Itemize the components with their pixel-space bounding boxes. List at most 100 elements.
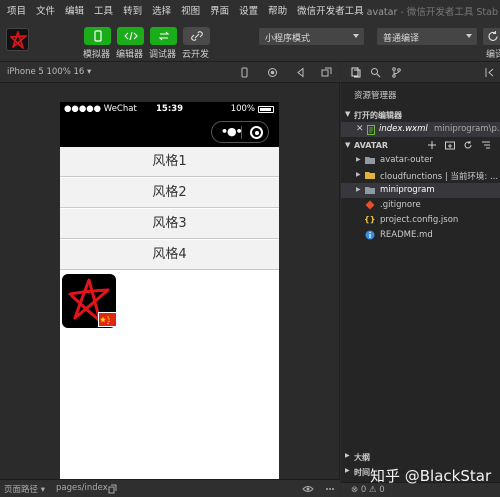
battery-icon	[258, 106, 274, 113]
chevron-down-icon: ▼	[345, 110, 351, 118]
menu-goto[interactable]: 转到	[116, 3, 145, 17]
red-star-icon	[10, 31, 27, 49]
tree-item-label: project.config.json	[380, 215, 459, 225]
tree-item-label: miniprogram	[380, 185, 435, 195]
compile-select-value: 普通编译	[383, 34, 420, 44]
china-flag-icon	[98, 312, 117, 327]
tree-item-label: cloudfunctions | 当前环境: ...	[380, 172, 499, 182]
project-header[interactable]: ▼ AVATAR	[341, 139, 500, 153]
collapse-panel-icon[interactable]	[484, 67, 495, 78]
copy-icon[interactable]	[108, 484, 117, 494]
files-icon[interactable]	[350, 67, 361, 78]
debugger-toggle-button[interactable]	[150, 27, 177, 45]
wxml-file-icon	[367, 125, 375, 135]
style-option-4[interactable]: 风格4	[60, 240, 279, 270]
toolbar: 模拟器 编辑器 调试器 云开发 小程序模式 普通编译 编译	[0, 19, 500, 62]
simulator-label: 模拟器	[83, 50, 111, 60]
carrier-label: ●●●●● WeChat	[64, 104, 137, 114]
phone-icon	[93, 30, 102, 42]
compile-mode-select[interactable]: 普通编译	[377, 28, 477, 45]
close-icon[interactable]: ✕	[356, 124, 364, 134]
open-editors-header[interactable]: ▼ 打开的编辑器	[341, 108, 500, 122]
menu-interface[interactable]: 界面	[203, 3, 232, 17]
source-control-icon[interactable]	[391, 67, 402, 78]
chevron-right-icon: ▶	[356, 186, 361, 193]
editor-toggle-button[interactable]	[117, 27, 144, 45]
chevron-right-icon: ▶	[345, 467, 350, 474]
git-icon	[365, 200, 375, 210]
clock-label: 15:39	[156, 104, 184, 114]
menu-view[interactable]: 视图	[174, 3, 203, 17]
simulator-area: ●●●●● WeChat 15:39 100% •●• 风格1 风格2 风格3 …	[0, 83, 340, 482]
back-icon[interactable]	[295, 67, 306, 78]
capsule-divider	[241, 126, 242, 139]
menu-settings[interactable]: 设置	[232, 3, 261, 17]
more-options-icon[interactable]: •●•	[221, 125, 243, 138]
project-label: AVATAR	[354, 141, 389, 150]
chevron-right-icon: ▶	[345, 452, 350, 459]
json-file-icon: {}	[364, 215, 376, 224]
new-folder-icon[interactable]	[445, 140, 455, 150]
tree-item-miniprogram[interactable]: ▶ miniprogram	[341, 183, 500, 198]
menu-edit[interactable]: 编辑	[58, 3, 87, 17]
page-path-toggle[interactable]: 页面路径 ▾	[4, 483, 45, 495]
open-editor-filename: index.wxml	[379, 124, 428, 134]
collapse-all-icon[interactable]	[481, 140, 491, 150]
phone-navigation-bar: •●•	[60, 117, 279, 147]
style-option-1[interactable]: 风格1	[60, 147, 279, 177]
cloud-dev-button[interactable]	[183, 27, 210, 45]
menu-tools[interactable]: 工具	[87, 3, 116, 17]
new-file-icon[interactable]	[427, 140, 437, 150]
project-avatar-logo[interactable]	[6, 28, 29, 51]
open-editor-item[interactable]: ✕ index.wxml miniprogram\p...	[341, 122, 500, 137]
open-editor-path: miniprogram\p...	[434, 124, 500, 134]
watermark-text: 知乎 @BlackStar	[370, 467, 492, 485]
cloud-link-icon	[190, 31, 203, 41]
tree-item-readme[interactable]: README.md	[341, 228, 500, 243]
search-icon[interactable]	[370, 67, 381, 78]
tree-item-project-config[interactable]: {} project.config.json	[341, 213, 500, 228]
menu-wechat-devtools[interactable]: 微信开发者工具	[290, 3, 367, 17]
tree-item-label: README.md	[380, 230, 433, 240]
device-select[interactable]: iPhone 5 100% 16 ▾	[7, 67, 91, 77]
simulator-toggle-button[interactable]	[84, 27, 111, 45]
window-title: avatar - 微信开发者工具 Stab	[367, 4, 498, 18]
window-title-subtitle: - 微信开发者工具 Stab	[400, 7, 498, 18]
chevron-down-icon: ▼	[345, 141, 351, 149]
style-option-3[interactable]: 风格3	[60, 209, 279, 239]
close-miniprogram-icon[interactable]	[250, 126, 263, 139]
outline-section[interactable]: ▶ 大纲	[341, 450, 500, 464]
record-icon[interactable]	[267, 67, 278, 78]
explorer-panel: 资源管理器 ▼ 打开的编辑器 ✕ index.wxml miniprogram\…	[341, 62, 500, 497]
menu-project[interactable]: 项目	[0, 3, 29, 17]
phone-rotate-icon[interactable]	[239, 67, 250, 78]
flag-stars-icon	[100, 316, 110, 325]
refresh-icon[interactable]	[463, 140, 473, 150]
miniprogram-capsule: •●•	[211, 121, 269, 143]
eye-icon[interactable]	[302, 484, 314, 494]
editor-label: 编辑器	[116, 50, 144, 60]
phone-status-bar: ●●●●● WeChat 15:39 100%	[60, 102, 279, 117]
menubar: 项目 文件 编辑 工具 转到 选择 视图 界面 设置 帮助 微信开发者工具 av…	[0, 0, 500, 19]
tree-item-gitignore[interactable]: .gitignore	[341, 198, 500, 213]
style-option-2[interactable]: 风格2	[60, 178, 279, 208]
problem-counts: ⊗ 0 ⚠ 0	[351, 485, 385, 495]
chevron-right-icon: ▶	[356, 171, 361, 178]
chevron-right-icon: ▶	[356, 156, 361, 163]
page-path-bar: 页面路径 ▾ pages/index	[0, 479, 340, 497]
menu-select[interactable]: 选择	[145, 3, 174, 17]
menu-help[interactable]: 帮助	[261, 3, 290, 17]
window-title-name: avatar	[366, 7, 398, 18]
chevron-down-icon	[353, 34, 359, 38]
menu-file[interactable]: 文件	[29, 3, 58, 17]
refresh-icon	[488, 31, 498, 41]
mode-select[interactable]: 小程序模式	[259, 28, 364, 45]
debug-arrows-icon	[158, 31, 169, 41]
detach-window-icon[interactable]	[321, 67, 332, 78]
more-icon[interactable]	[325, 484, 335, 494]
tree-item-cloudfunctions[interactable]: ▶ cloudfunctions | 当前环境: ...	[341, 168, 500, 183]
cloud-label: 云开发	[182, 50, 210, 60]
folder-icon	[365, 157, 375, 164]
tree-item-avatar-outer[interactable]: ▶ avatar-outer	[341, 153, 500, 168]
compile-button[interactable]	[483, 28, 500, 45]
